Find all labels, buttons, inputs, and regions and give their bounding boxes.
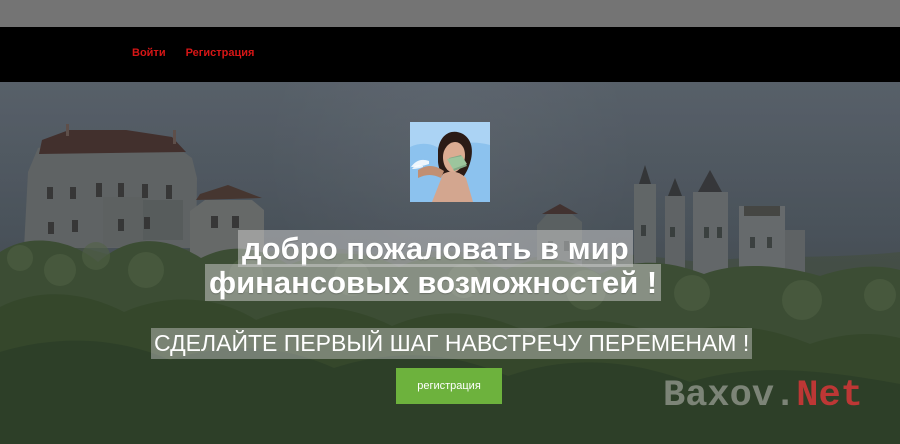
registration-link[interactable]: Регистрация xyxy=(186,47,255,59)
navigation-links: Войти Регистрация xyxy=(132,47,254,59)
hero-title-line-2: финансовых возможностей ! xyxy=(205,264,662,301)
registration-button[interactable]: регистрация xyxy=(396,368,502,404)
hero-section: добро пожаловать в мир финансовых возмож… xyxy=(0,82,900,444)
top-navbar: Войти Регистрация xyxy=(0,27,900,82)
hero-title-line-1: добро пожаловать в мир xyxy=(238,230,633,267)
portrait-image-illustration xyxy=(410,122,490,202)
watermark: Baxov.Net xyxy=(663,378,863,415)
watermark-part-2: Net xyxy=(796,375,863,417)
hero-subtitle: СДЕЛАЙТЕ ПЕРВЫЙ ШАГ НАВСТРЕЧУ ПЕРЕМЕНАМ … xyxy=(151,328,753,359)
top-gray-bar xyxy=(0,0,900,27)
watermark-part-1: Baxov. xyxy=(663,375,797,417)
woman-with-money-image xyxy=(410,122,490,202)
login-link[interactable]: Войти xyxy=(132,47,166,59)
